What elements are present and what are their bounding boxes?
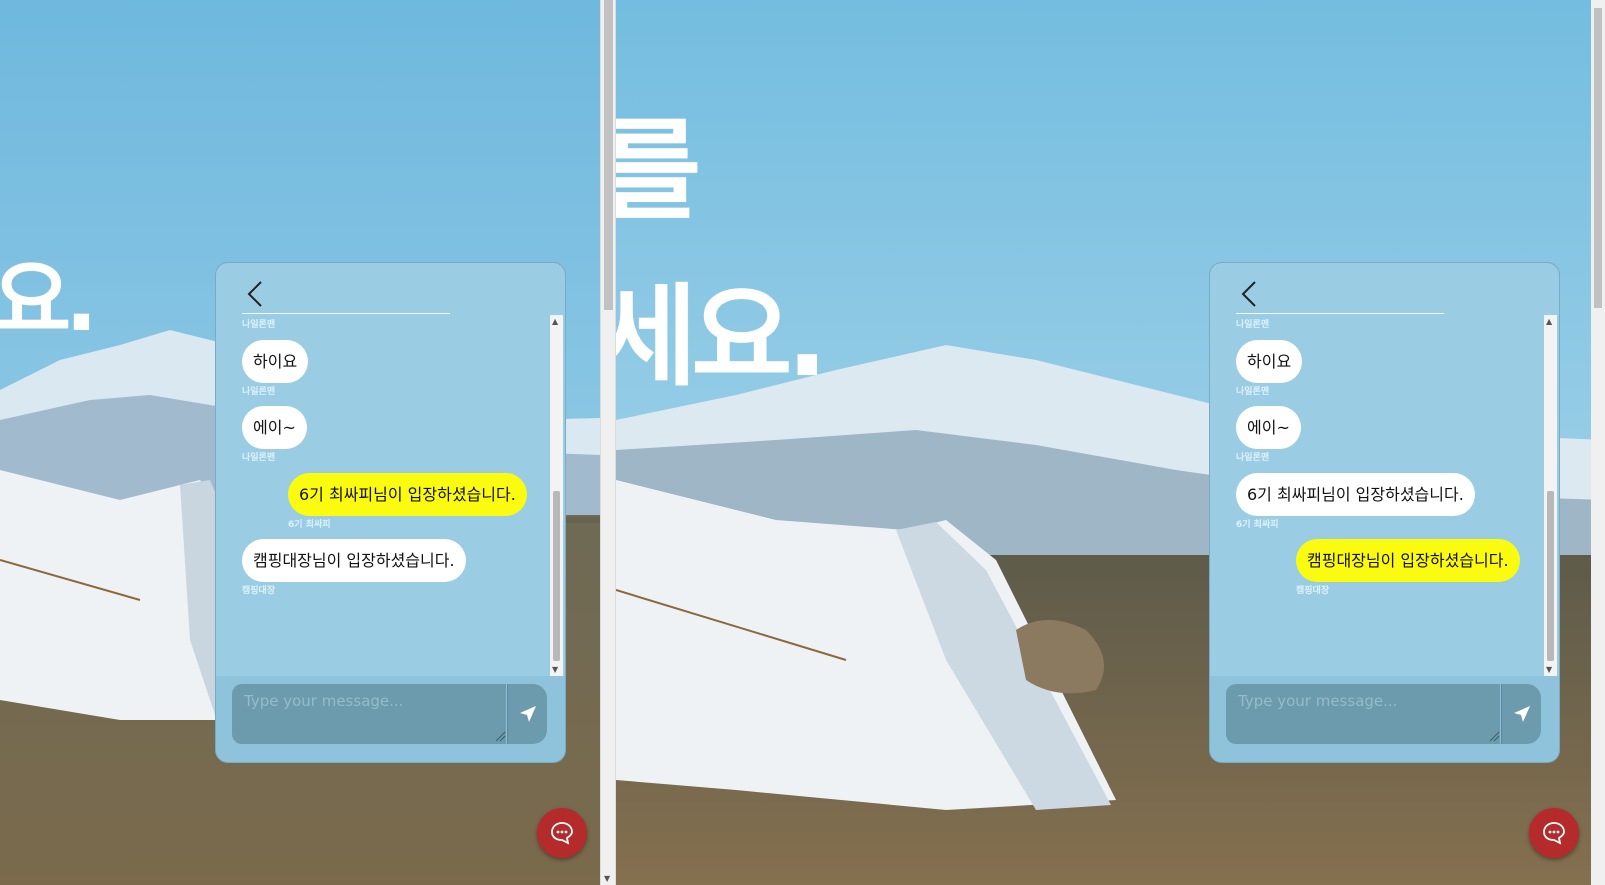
scroll-up-arrow-icon[interactable]: ▲: [1546, 317, 1552, 327]
message-sender: 나일론맨: [242, 453, 276, 463]
left-window: 요. 나일론맨 하이요 나일론맨 에이~ 나일론맨 6기 최싸피님이 입장하셨습…: [0, 0, 600, 885]
message-sender: 캠핑대장: [1296, 586, 1330, 596]
message-list[interactable]: 나일론맨 하이요 나일론맨 에이~ 나일론맨 6기 최싸피님이 입장하셨습니다.…: [216, 315, 550, 675]
header-divider: [1236, 313, 1444, 314]
window-scrollbar[interactable]: [1591, 0, 1605, 885]
message-bubble: 하이요: [242, 340, 309, 383]
send-button[interactable]: [507, 684, 547, 744]
message-list[interactable]: 나일론맨 하이요 나일론맨 에이~ 나일론맨 6기 최싸피님이 입장하셨습니다.…: [1210, 315, 1544, 675]
message-composer: [1210, 676, 1559, 762]
resize-grip-icon[interactable]: [1488, 730, 1500, 742]
message-sender: 캠핑대장: [242, 586, 276, 596]
message-scrollbar[interactable]: ▲ ▼: [1544, 315, 1557, 677]
send-button[interactable]: [1501, 684, 1541, 744]
message-sender: 나일론맨: [242, 387, 276, 397]
message-bubble-mine: 캠핑대장님이 입장하셨습니다.: [1296, 539, 1520, 582]
chat-toggle-button[interactable]: [1529, 808, 1579, 858]
scrollbar-thumb[interactable]: [604, 0, 613, 310]
chat-toggle-button[interactable]: [537, 808, 587, 858]
message-sender: 나일론맨: [1236, 387, 1270, 397]
message-bubble: 에이~: [1236, 406, 1301, 449]
resize-grip-icon[interactable]: [494, 730, 506, 742]
message-input[interactable]: [1226, 684, 1500, 744]
message-bubble: 에이~: [242, 406, 307, 449]
message-input[interactable]: [232, 684, 506, 744]
paper-plane-icon: [520, 706, 536, 722]
chevron-left-icon[interactable]: [1238, 279, 1260, 309]
scroll-up-arrow-icon[interactable]: ▲: [552, 317, 558, 327]
chevron-left-icon[interactable]: [244, 279, 266, 309]
message-sender: 6기 최싸피: [1236, 520, 1279, 530]
scrollbar-thumb[interactable]: [1547, 491, 1554, 661]
scrollbar-thumb[interactable]: [1594, 8, 1602, 308]
scroll-down-arrow-icon[interactable]: ▼: [604, 874, 610, 883]
scroll-down-arrow-icon[interactable]: ▼: [552, 665, 558, 675]
header-divider: [242, 313, 450, 314]
scrollbar-thumb[interactable]: [553, 491, 560, 661]
message-bubble: 캠핑대장님이 입장하셨습니다.: [242, 539, 466, 582]
scroll-down-arrow-icon[interactable]: ▼: [1546, 665, 1552, 675]
message-bubble: 6기 최싸피님이 입장하셨습니다.: [1236, 473, 1475, 516]
right-window: 를 세요. 나일론맨 하이요 나일론맨 에이~ 나일론맨 6기 최싸피님이 입장…: [616, 0, 1605, 885]
message-sender: 6기 최싸피: [288, 520, 331, 530]
chat-bubble-icon: [1543, 822, 1565, 845]
message-sender: 나일론맨: [1236, 453, 1270, 463]
hero-headline-fragment: 요.: [0, 251, 98, 351]
message-sender: 나일론맨: [242, 320, 276, 330]
message-composer: [216, 676, 565, 762]
window-scrollbar[interactable]: ▼: [600, 0, 616, 885]
chat-panel: 나일론맨 하이요 나일론맨 에이~ 나일론맨 6기 최싸피님이 입장하셨습니다.…: [215, 262, 566, 763]
chat-panel: 나일론맨 하이요 나일론맨 에이~ 나일론맨 6기 최싸피님이 입장하셨습니다.…: [1209, 262, 1560, 763]
message-bubble: 하이요: [1236, 340, 1303, 383]
hero-headline-fragment: 를: [616, 107, 701, 235]
hero-headline-fragment: 세요.: [616, 273, 828, 401]
message-sender: 나일론맨: [1236, 320, 1270, 330]
paper-plane-icon: [1514, 706, 1530, 722]
chat-bubble-icon: [551, 822, 573, 845]
message-scrollbar[interactable]: ▲ ▼: [550, 315, 563, 677]
message-bubble-mine: 6기 최싸피님이 입장하셨습니다.: [288, 473, 527, 516]
